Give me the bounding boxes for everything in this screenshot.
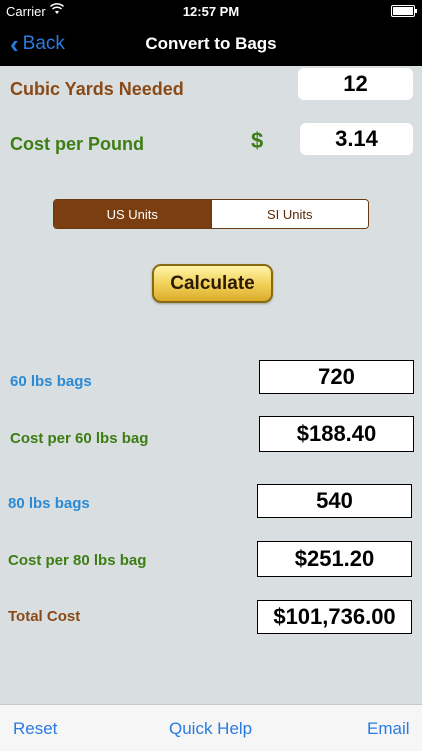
bottom-toolbar: Reset Quick Help Email <box>0 704 422 751</box>
cubic-yards-label: Cubic Yards Needed <box>10 79 184 99</box>
total-cost-value: $101,736.00 <box>257 600 412 634</box>
us-units-segment[interactable]: US Units <box>54 200 211 228</box>
bags60-value: 720 <box>259 360 414 394</box>
cost-per-pound-input[interactable]: 3.14 <box>300 123 413 155</box>
cost80-value: $251.20 <box>257 541 412 577</box>
cost80-label: Cost per 80 lbs bag <box>8 552 147 569</box>
bags80-value: 540 <box>257 484 412 518</box>
page-title: Convert to Bags <box>145 34 277 53</box>
battery-icon <box>391 5 417 17</box>
cubic-yards-input[interactable]: 12 <box>298 68 413 100</box>
main-content: Cubic Yards Needed 12 Cost per Pound $ 3… <box>0 66 422 704</box>
reset-button[interactable]: Reset <box>13 719 57 739</box>
bags60-label: 60 lbs bags <box>10 373 92 390</box>
calculate-button[interactable]: Calculate <box>152 264 273 303</box>
cost60-value: $188.40 <box>259 416 414 452</box>
dollar-sign: $ <box>251 128 264 153</box>
status-time: 12:57 PM <box>182 4 240 19</box>
total-cost-label: Total Cost <box>8 608 81 625</box>
units-segmented-control: US Units SI Units <box>53 199 369 229</box>
cost-per-pound-label: Cost per Pound <box>10 134 144 154</box>
navigation-bar: ‹ Back Convert to Bags <box>0 22 422 66</box>
bags80-label: 80 lbs bags <box>8 495 90 512</box>
email-button[interactable]: Email <box>367 719 410 739</box>
cost60-label: Cost per 60 lbs bag <box>10 430 149 447</box>
si-units-segment[interactable]: SI Units <box>210 200 368 228</box>
quick-help-button[interactable]: Quick Help <box>169 719 252 739</box>
status-bar: Carrier 12:57 PM <box>0 0 422 22</box>
